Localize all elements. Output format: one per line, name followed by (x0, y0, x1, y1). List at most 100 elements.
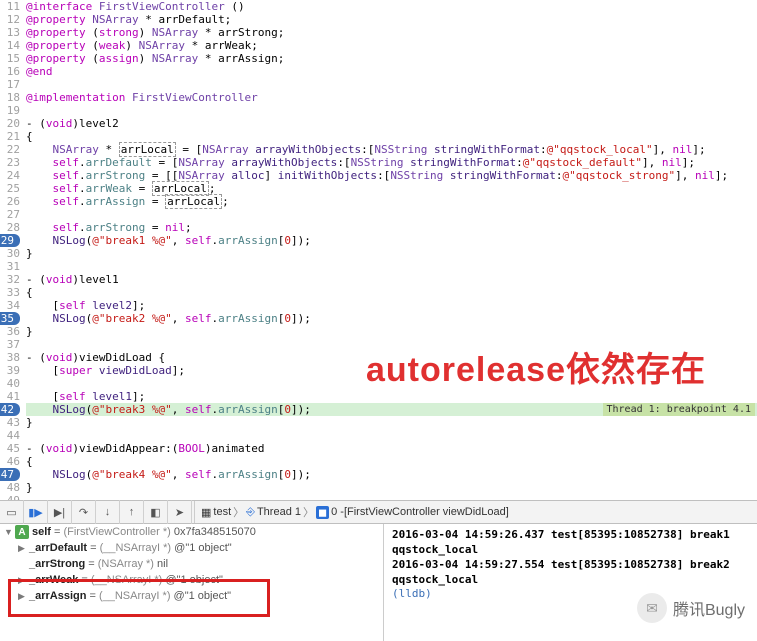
line-number[interactable]: 14 (0, 39, 20, 52)
code-editor[interactable]: 1112131415161718192021222324252627282930… (0, 0, 757, 500)
console-line: qqstock_local (392, 543, 749, 558)
step-into-button[interactable]: ↓ (96, 500, 120, 524)
code-line[interactable]: NSLog(@"break2 %@", self.arrAssign[0]); (26, 312, 757, 325)
line-number[interactable]: 24 (0, 169, 20, 182)
annotation-overlay: autorelease依然存在 (366, 342, 706, 391)
code-line[interactable] (26, 494, 757, 500)
line-number[interactable]: 39 (0, 364, 20, 377)
line-number[interactable]: 28 (0, 221, 20, 234)
code-line[interactable]: NSLog(@"break3 %@", self.arrAssign[0]);T… (26, 403, 757, 416)
line-number[interactable]: 19 (0, 104, 20, 117)
line-number[interactable]: 33 (0, 286, 20, 299)
line-number[interactable]: 12 (0, 13, 20, 26)
line-number[interactable]: 34 (0, 299, 20, 312)
line-number[interactable]: 42 (0, 403, 20, 416)
variable-row[interactable]: _arrDefault = (__NSArrayI *) @"1 object" (0, 540, 383, 556)
code-line[interactable]: NSArray * arrLocal = [NSArray arrayWithO… (26, 143, 757, 156)
line-number[interactable]: 15 (0, 52, 20, 65)
line-number[interactable]: 23 (0, 156, 20, 169)
location-button[interactable]: ➤ (168, 500, 192, 524)
console-output[interactable]: 2016-03-04 14:59:26.437 test[85395:10852… (384, 524, 757, 641)
variable-row[interactable]: _arrAssign = (__NSArrayI *) @"1 object" (0, 588, 383, 604)
line-number[interactable]: 38 (0, 351, 20, 364)
disclosure-triangle-icon[interactable] (18, 574, 26, 586)
code-line[interactable]: @implementation FirstViewController (26, 91, 757, 104)
code-line[interactable]: - (void)viewDidAppear:(BOOL)animated (26, 442, 757, 455)
code-line[interactable]: @property NSArray * arrDefault; (26, 13, 757, 26)
line-number[interactable]: 29 (0, 234, 20, 247)
variable-row[interactable]: _arrWeak = (__NSArrayI *) @"1 object" (0, 572, 383, 588)
code-line[interactable]: [self level1]; (26, 390, 757, 403)
code-line[interactable]: } (26, 481, 757, 494)
code-line[interactable] (26, 208, 757, 221)
line-number[interactable]: 47 (0, 468, 20, 481)
code-area[interactable]: autorelease依然存在 @interface FirstViewCont… (26, 0, 757, 500)
disclosure-triangle-icon[interactable] (18, 542, 26, 554)
variables-view[interactable]: Aself = (FirstViewController *) 0x7fa348… (0, 524, 384, 641)
line-number[interactable]: 17 (0, 78, 20, 91)
line-number[interactable]: 18 (0, 91, 20, 104)
code-line[interactable]: self.arrAssign = arrLocal; (26, 195, 757, 208)
code-line[interactable] (26, 78, 757, 91)
code-line[interactable]: - (void)level2 (26, 117, 757, 130)
line-number[interactable]: 27 (0, 208, 20, 221)
code-line[interactable] (26, 260, 757, 273)
code-line[interactable]: [self level2]; (26, 299, 757, 312)
line-number[interactable]: 41 (0, 390, 20, 403)
debug-view-button[interactable]: ◧ (144, 500, 168, 524)
toggle-breakpoints-button[interactable]: ▮▶ (24, 500, 48, 524)
variable-row[interactable]: Aself = (FirstViewController *) 0x7fa348… (0, 524, 383, 540)
code-line[interactable] (26, 429, 757, 442)
line-number[interactable]: 26 (0, 195, 20, 208)
code-line[interactable]: self.arrStrong = [[NSArray alloc] initWi… (26, 169, 757, 182)
code-line[interactable]: @property (weak) NSArray * arrWeak; (26, 39, 757, 52)
continue-button[interactable]: ▶| (48, 500, 72, 524)
line-number[interactable]: 21 (0, 130, 20, 143)
line-gutter[interactable]: 1112131415161718192021222324252627282930… (0, 0, 26, 500)
line-number[interactable]: 48 (0, 481, 20, 494)
line-number[interactable]: 37 (0, 338, 20, 351)
line-number[interactable]: 44 (0, 429, 20, 442)
line-number[interactable]: 32 (0, 273, 20, 286)
line-number[interactable]: 35 (0, 312, 20, 325)
code-line[interactable]: - (void)level1 (26, 273, 757, 286)
code-line[interactable]: } (26, 325, 757, 338)
line-number[interactable]: 36 (0, 325, 20, 338)
line-number[interactable]: 43 (0, 416, 20, 429)
line-number[interactable]: 40 (0, 377, 20, 390)
code-line[interactable]: self.arrWeak = arrLocal; (26, 182, 757, 195)
code-line[interactable]: { (26, 286, 757, 299)
variable-row[interactable]: _arrStrong = (NSArray *) nil (0, 556, 383, 572)
line-number[interactable]: 22 (0, 143, 20, 156)
line-number[interactable]: 16 (0, 65, 20, 78)
line-number[interactable]: 13 (0, 26, 20, 39)
step-over-button[interactable]: ↷ (72, 500, 96, 524)
debug-breadcrumb[interactable]: ▦ test 〉 ⎆ Thread 1 〉 ◼ 0 -[FirstViewCon… (197, 504, 513, 520)
code-line[interactable]: } (26, 416, 757, 429)
disclosure-triangle-icon[interactable] (4, 526, 12, 538)
line-number[interactable]: 46 (0, 455, 20, 468)
step-out-button[interactable]: ↑ (120, 500, 144, 524)
code-line[interactable]: { (26, 455, 757, 468)
line-number[interactable]: 25 (0, 182, 20, 195)
disclosure-triangle-icon[interactable] (18, 590, 26, 602)
code-line[interactable] (26, 104, 757, 117)
code-line[interactable]: @end (26, 65, 757, 78)
code-line[interactable]: NSLog(@"break1 %@", self.arrAssign[0]); (26, 234, 757, 247)
line-number[interactable]: 20 (0, 117, 20, 130)
hide-debug-button[interactable]: ▭ (0, 500, 24, 524)
code-line[interactable]: @property (assign) NSArray * arrAssign; (26, 52, 757, 65)
line-number[interactable]: 45 (0, 442, 20, 455)
code-line[interactable]: self.arrDefault = [NSArray arrayWithObje… (26, 156, 757, 169)
line-number[interactable]: 30 (0, 247, 20, 260)
line-number[interactable]: 31 (0, 260, 20, 273)
code-line[interactable]: @property (strong) NSArray * arrStrong; (26, 26, 757, 39)
var-value: = (NSArray *) nil (88, 558, 168, 570)
var-name: _arrStrong (29, 558, 85, 570)
code-line[interactable]: NSLog(@"break4 %@", self.arrAssign[0]); (26, 468, 757, 481)
code-line[interactable]: } (26, 247, 757, 260)
code-line[interactable]: self.arrStrong = nil; (26, 221, 757, 234)
thread-icon: ⎆ (246, 506, 255, 519)
line-number[interactable]: 11 (0, 0, 20, 13)
code-line[interactable]: @interface FirstViewController () (26, 0, 757, 13)
